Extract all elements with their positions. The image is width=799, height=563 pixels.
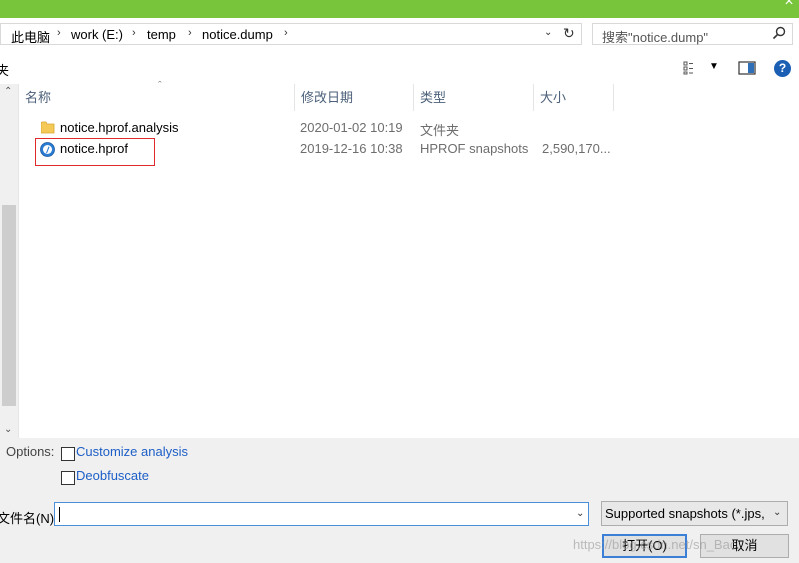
filename-label: 文件名(N):: [0, 511, 58, 526]
scroll-down-icon[interactable]: ⌄: [4, 424, 12, 435]
sort-ascending-icon: ˆ: [158, 80, 162, 92]
cancel-button[interactable]: 取消: [700, 534, 789, 558]
file-type-filter-select[interactable]: Supported snapshots (*.jps, ⌄: [601, 501, 788, 526]
dialog-footer: Options: Customize analysis Deobfuscate …: [0, 438, 799, 563]
column-header-name[interactable]: 名称: [19, 84, 295, 111]
title-bar: ×: [0, 0, 799, 18]
deobfuscate-checkbox[interactable]: [61, 471, 75, 485]
file-modified: 2019-12-16 10:38: [300, 141, 403, 156]
breadcrumb-notice-dump[interactable]: notice.dump: [202, 27, 273, 42]
search-placeholder: 搜索"notice.dump": [602, 30, 709, 45]
table-row[interactable]: notice.hprof.analysis 2020-01-02 10:19 文…: [19, 118, 799, 139]
column-header-size-label: 大小: [540, 90, 567, 105]
filename-input[interactable]: ⌄: [54, 502, 589, 526]
breadcrumb-temp[interactable]: temp: [147, 27, 176, 42]
chevron-right-icon[interactable]: ›: [188, 27, 192, 39]
close-icon[interactable]: ×: [781, 0, 797, 10]
preview-pane-icon[interactable]: [738, 61, 756, 75]
file-name: notice.hprof.analysis: [60, 120, 179, 135]
column-header-size[interactable]: 大小: [534, 84, 614, 111]
toolbar-truncated-label[interactable]: 夹: [0, 60, 9, 79]
refresh-icon[interactable]: ↻: [563, 25, 575, 42]
breadcrumb-work-drive[interactable]: work (E:): [71, 27, 123, 42]
address-bar[interactable]: 此电脑 › work (E:) › temp › notice.dump › ⌄…: [0, 23, 582, 45]
file-modified: 2020-01-02 10:19: [300, 120, 403, 135]
file-type: 文件夹: [420, 123, 460, 138]
highlight-box: [35, 138, 155, 166]
search-input[interactable]: 搜索"notice.dump": [592, 23, 793, 45]
breadcrumb-this-pc[interactable]: 此电脑: [11, 27, 50, 46]
column-header-modified-label: 修改日期: [301, 90, 354, 105]
file-size: 2,590,170...: [542, 141, 611, 156]
chevron-down-icon[interactable]: ⌄: [544, 27, 552, 38]
customize-analysis-label[interactable]: Customize analysis: [76, 444, 188, 459]
options-label: Options:: [6, 444, 55, 459]
folder-icon: [41, 121, 55, 134]
help-icon[interactable]: ?: [774, 60, 791, 77]
chevron-right-icon[interactable]: ›: [57, 27, 61, 39]
navigation-pane[interactable]: ⌃ ⌄: [0, 84, 19, 438]
chevron-down-icon[interactable]: ⌄: [773, 507, 781, 518]
scrollbar-thumb[interactable]: [2, 205, 16, 406]
view-options-icon[interactable]: [683, 61, 701, 75]
scroll-up-icon[interactable]: ⌃: [4, 86, 12, 97]
search-icon[interactable]: [772, 26, 786, 40]
column-header-type[interactable]: 类型: [414, 84, 534, 111]
view-dropdown-icon[interactable]: ▼: [709, 61, 719, 72]
deobfuscate-label[interactable]: Deobfuscate: [76, 468, 149, 483]
column-header-type-label: 类型: [420, 90, 447, 105]
open-button[interactable]: 打开(O): [602, 534, 687, 558]
column-header-modified[interactable]: 修改日期: [295, 84, 414, 111]
chevron-right-icon[interactable]: ›: [284, 27, 288, 39]
file-type: HPROF snapshots: [420, 141, 529, 156]
chevron-down-icon[interactable]: ⌄: [576, 508, 584, 519]
filter-selected: Supported snapshots (*.jps,: [605, 506, 765, 521]
chevron-right-icon[interactable]: ›: [132, 27, 136, 39]
column-header-name-label: 名称: [25, 90, 52, 105]
text-caret: [59, 507, 60, 522]
customize-analysis-checkbox[interactable]: [61, 447, 75, 461]
